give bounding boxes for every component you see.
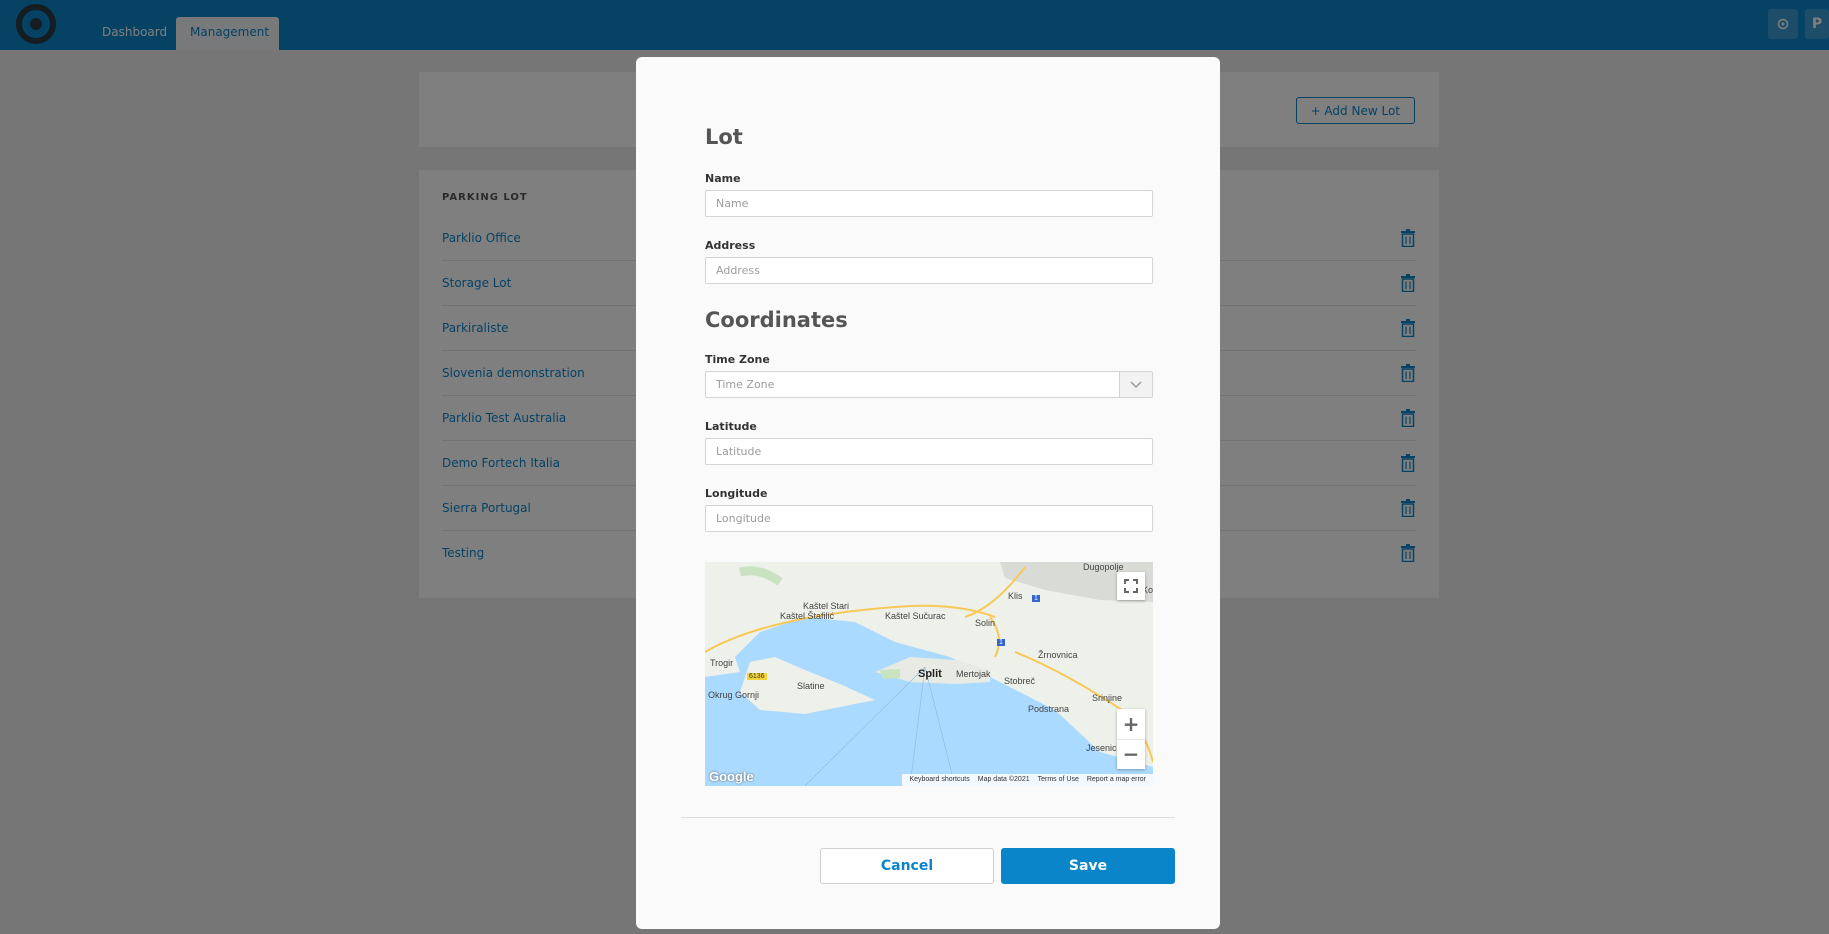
map-place-city: Split [918,668,942,680]
cancel-button[interactable]: Cancel [820,848,994,884]
chevron-down-icon[interactable] [1119,372,1152,397]
map-footer: Keyboard shortcuts Map data ©2021 Terms of… [902,774,1153,786]
map-place: Trogir [710,658,734,668]
report-map-error-link[interactable]: Report a map error [1087,776,1146,783]
coordinates-title: Coordinates [705,308,848,332]
map-place: Okrug Gornji [708,690,760,700]
address-label: Address [705,239,756,252]
map-place: Srinjine [1092,693,1123,703]
road-shield: 6136 [747,673,767,680]
latitude-input[interactable] [705,438,1153,465]
fullscreen-button[interactable] [1117,572,1145,600]
timezone-label: Time Zone [705,353,770,366]
map-data-label: Map data ©2021 [977,776,1030,783]
map-place: Podstrana [1028,704,1070,714]
name-input[interactable] [705,190,1153,217]
modal-divider [681,817,1175,818]
map-place: Dugopolje [1083,562,1124,572]
map-place: Slatine [797,681,825,691]
address-input[interactable] [705,257,1153,284]
map-place: Solin [975,618,996,628]
keyboard-shortcuts-link[interactable]: Keyboard shortcuts [909,776,969,783]
road-shield: 1 [1032,595,1040,602]
road-shield: 1 [997,639,1005,646]
map-place: Stobreč [1004,676,1036,686]
lot-modal: Lot Name Address Coordinates Time Zone T… [636,57,1220,929]
timezone-select[interactable]: Time Zone [705,371,1153,398]
zoom-in-button[interactable]: + [1117,709,1145,739]
terms-of-use-link[interactable]: Terms of Use [1038,776,1079,783]
google-logo: Google [709,769,754,784]
fullscreen-icon [1124,579,1138,593]
map-place: Mertojak [956,669,991,679]
save-button[interactable]: Save [1001,848,1175,884]
map-place: Kaštel Stari [803,601,850,611]
longitude-input[interactable] [705,505,1153,532]
map-place: Žrnovnica [1038,650,1078,660]
location-map[interactable]: Dugopolje Klis Kaštel Stari Kaštel Štafi… [705,562,1153,786]
map-place: Kaštel Sučurac [885,611,946,621]
name-label: Name [705,172,741,185]
zoom-controls: + − [1117,709,1145,769]
timezone-placeholder: Time Zone [716,378,775,391]
longitude-label: Longitude [705,487,768,500]
zoom-out-button[interactable]: − [1117,739,1145,770]
lot-title: Lot [705,125,743,149]
map-place: Kaštel Štafilić [780,611,835,621]
latitude-label: Latitude [705,420,757,433]
map-place: Klis [1008,591,1023,601]
